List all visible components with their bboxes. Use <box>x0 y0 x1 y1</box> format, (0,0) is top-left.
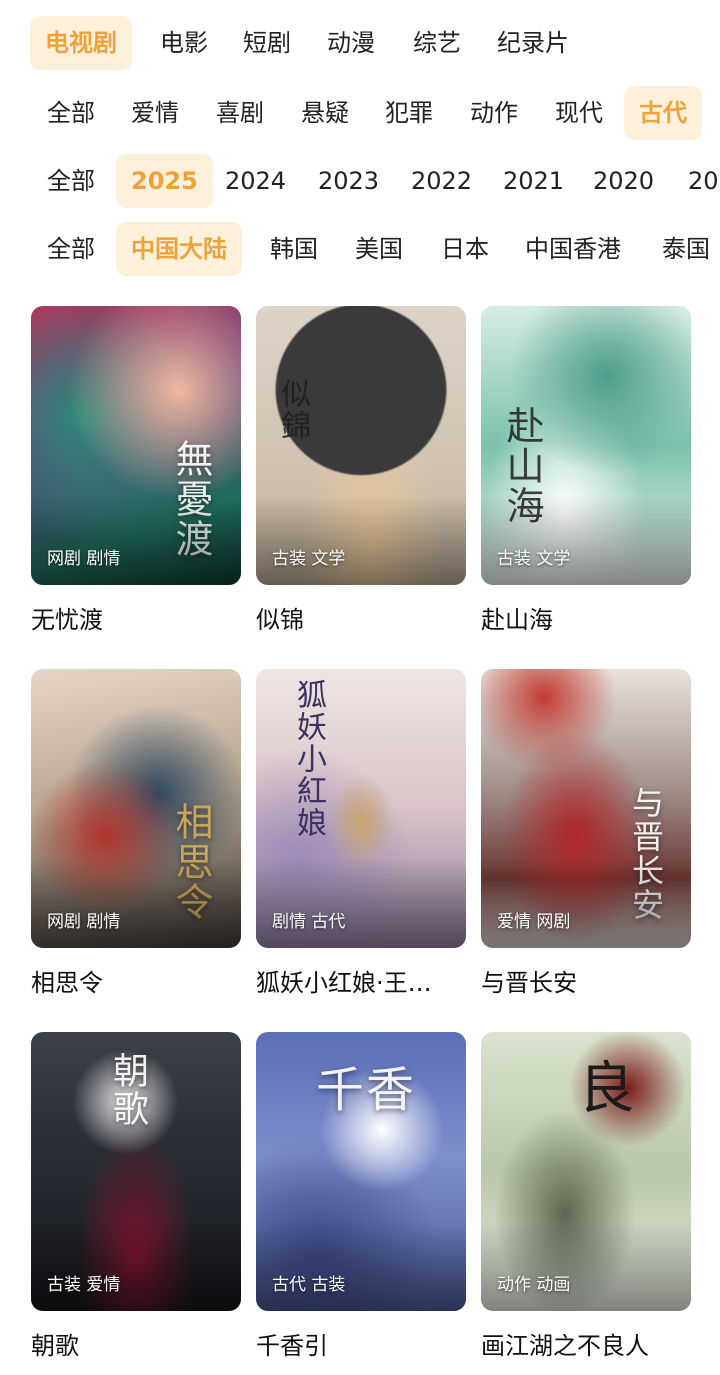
genre-action[interactable]: 动作 <box>455 86 533 140</box>
region-all[interactable]: 全部 <box>32 222 110 276</box>
year-all[interactable]: 全部 <box>32 154 110 208</box>
show-tags: 古装 爱情 <box>47 1275 121 1295</box>
year-filters: 全部 2025 2024 2023 2022 2021 2020 20 <box>0 154 720 210</box>
tab-tv-series[interactable]: 电视剧 <box>30 16 132 70</box>
poster-shade <box>481 858 691 948</box>
poster-shade <box>31 1221 241 1311</box>
show-title: 画江湖之不良人 <box>481 1332 649 1360</box>
poster-calligraphy: 良 <box>569 1058 634 1116</box>
poster-calligraphy: 狐妖小紅娘 <box>291 679 326 839</box>
show-tags: 网剧 剧情 <box>47 912 121 932</box>
show-tags: 爱情 网剧 <box>497 912 571 932</box>
poster-shade <box>256 858 466 948</box>
poster-shade <box>256 1221 466 1311</box>
poster-image: 似錦 古装 文学 <box>256 306 466 585</box>
show-tags: 古装 文学 <box>272 549 346 569</box>
show-title: 无忧渡 <box>31 606 103 634</box>
poster-calligraphy: 朝歌 <box>107 1052 148 1128</box>
poster-shade <box>481 1221 691 1311</box>
year-2025[interactable]: 2025 <box>116 154 213 208</box>
year-2023[interactable]: 2023 <box>303 154 394 208</box>
poster-image: 良 动作 动画 <box>481 1032 691 1311</box>
genre-comedy[interactable]: 喜剧 <box>201 86 279 140</box>
show-title: 与晋长安 <box>481 969 577 997</box>
show-tags: 古代 古装 <box>272 1275 346 1295</box>
genre-mystery[interactable]: 悬疑 <box>286 86 364 140</box>
poster-shade <box>31 858 241 948</box>
genre-ancient[interactable]: 古代 <box>624 86 702 140</box>
poster-calligraphy: 千香 <box>316 1062 417 1118</box>
show-card[interactable]: 似錦 古装 文学 似锦 <box>256 306 466 646</box>
tab-documentary[interactable]: 纪录片 <box>482 16 584 70</box>
genre-romance[interactable]: 爱情 <box>116 86 194 140</box>
show-card[interactable]: 朝歌 古装 爱情 朝歌 <box>31 1032 241 1372</box>
show-card[interactable]: 相思令 网剧 剧情 相思令 <box>31 669 241 1009</box>
region-filters: 全部 中国大陆 韩国 美国 日本 中国香港 泰国 <box>0 222 720 278</box>
year-2021[interactable]: 2021 <box>488 154 579 208</box>
show-tags: 动作 动画 <box>497 1275 571 1295</box>
show-card[interactable]: 千香 古代 古装 千香引 <box>256 1032 466 1372</box>
year-2022[interactable]: 2022 <box>396 154 487 208</box>
poster-shade <box>481 495 691 585</box>
region-usa[interactable]: 美国 <box>340 222 418 276</box>
region-thailand[interactable]: 泰国 <box>647 222 720 276</box>
poster-image: 与晋长安 爱情 网剧 <box>481 669 691 948</box>
poster-shade <box>31 495 241 585</box>
genre-crime[interactable]: 犯罪 <box>370 86 448 140</box>
show-title: 似锦 <box>256 606 304 634</box>
year-2020[interactable]: 2020 <box>578 154 669 208</box>
show-title: 千香引 <box>256 1332 328 1360</box>
show-tags: 剧情 古代 <box>272 912 346 932</box>
tab-variety[interactable]: 综艺 <box>398 16 476 70</box>
poster-shade <box>256 495 466 585</box>
poster-image: 赴山海 古装 文学 <box>481 306 691 585</box>
year-more[interactable]: 20 <box>673 154 720 208</box>
tab-movies[interactable]: 电影 <box>145 16 223 70</box>
poster-image: 千香 古代 古装 <box>256 1032 466 1311</box>
show-card[interactable]: 良 动作 动画 画江湖之不良人 <box>481 1032 691 1372</box>
region-japan[interactable]: 日本 <box>426 222 504 276</box>
genre-all[interactable]: 全部 <box>32 86 110 140</box>
genre-modern[interactable]: 现代 <box>540 86 618 140</box>
category-tabs: 电视剧 电影 短剧 动漫 综艺 纪录片 <box>0 16 720 72</box>
show-card[interactable]: 赴山海 古装 文学 赴山海 <box>481 306 691 646</box>
show-card[interactable]: 無憂渡 网剧 剧情 无忧渡 <box>31 306 241 646</box>
region-mainland-china[interactable]: 中国大陆 <box>116 222 242 276</box>
show-tags: 古装 文学 <box>497 549 571 569</box>
show-card[interactable]: 狐妖小紅娘 剧情 古代 狐妖小红娘·王… <box>256 669 466 1009</box>
show-title: 相思令 <box>31 969 103 997</box>
tab-anime[interactable]: 动漫 <box>312 16 390 70</box>
show-title: 朝歌 <box>31 1332 79 1360</box>
show-title: 赴山海 <box>481 606 553 634</box>
poster-image: 朝歌 古装 爱情 <box>31 1032 241 1311</box>
year-2024[interactable]: 2024 <box>210 154 301 208</box>
poster-image: 狐妖小紅娘 剧情 古代 <box>256 669 466 948</box>
genre-filters: 全部 爱情 喜剧 悬疑 犯罪 动作 现代 古代 <box>0 86 720 142</box>
poster-image: 無憂渡 网剧 剧情 <box>31 306 241 585</box>
region-hong-kong[interactable]: 中国香港 <box>510 222 636 276</box>
show-title: 狐妖小红娘·王… <box>256 969 432 997</box>
region-korea[interactable]: 韩国 <box>255 222 333 276</box>
tab-short-drama[interactable]: 短剧 <box>228 16 306 70</box>
poster-calligraphy: 似錦 <box>275 378 310 442</box>
show-card[interactable]: 与晋长安 爱情 网剧 与晋长安 <box>481 669 691 1009</box>
show-tags: 网剧 剧情 <box>47 549 121 569</box>
poster-image: 相思令 网剧 剧情 <box>31 669 241 948</box>
